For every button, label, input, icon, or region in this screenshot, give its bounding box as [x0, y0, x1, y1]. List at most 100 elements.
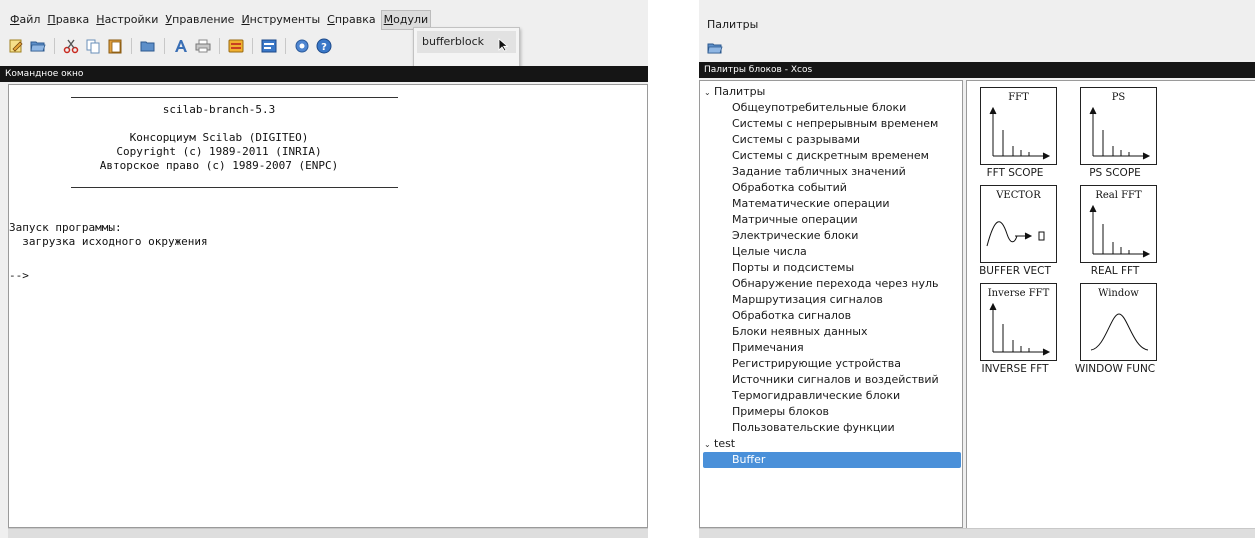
tree-item[interactable]: Пользовательские функции	[700, 420, 895, 436]
print-icon[interactable]	[195, 38, 211, 54]
block-label: FFT SCOPE	[986, 167, 1044, 179]
tree-item[interactable]: Электрические блоки	[700, 228, 858, 244]
open-folder-icon[interactable]	[707, 40, 723, 56]
tree-item[interactable]: Обработка событий	[700, 180, 847, 196]
block-label: INVERSE FFT	[981, 363, 1049, 375]
block-label: PS SCOPE	[1089, 167, 1141, 179]
tree-node-test[interactable]: ⌄ test	[700, 436, 735, 452]
menu-tools-label: нструменты	[249, 13, 321, 26]
xcos-icon[interactable]	[228, 38, 244, 54]
toolbar-separator	[252, 38, 253, 54]
chevron-down-icon[interactable]: ⌄	[704, 85, 714, 101]
menu-preferences[interactable]: Настройки	[94, 10, 160, 30]
tree-item[interactable]: Обработка сигналов	[700, 308, 851, 324]
paste-icon[interactable]	[107, 38, 123, 54]
open-folder-icon[interactable]	[30, 38, 46, 54]
block-label: REAL FFT	[1090, 265, 1140, 277]
block-caption: VECTOR	[996, 190, 1041, 201]
tree-item[interactable]: Общеупотребительные блоки	[700, 100, 906, 116]
toolbar-separator	[54, 38, 55, 54]
toolbar-separator	[285, 38, 286, 54]
tree-item[interactable]: Системы с непрерывным временем	[700, 116, 938, 132]
tree-item[interactable]: Блоки неявных данных	[700, 324, 867, 340]
block-caption: Inverse FFT	[987, 288, 1050, 299]
tree-item[interactable]: Задание табличных значений	[700, 164, 906, 180]
tree-item[interactable]: Порты и подсистемы	[700, 260, 854, 276]
block-icon: Real FFT	[1080, 185, 1157, 263]
blocks-panel: FFT FFT SCOPE PS PS SCOPE VECTOR BUFFER …	[966, 80, 1255, 528]
console-prompt[interactable]: -->	[9, 269, 29, 282]
palette-statusbar	[699, 528, 1255, 538]
tree-item[interactable]: Примечания	[700, 340, 804, 356]
tree-item[interactable]: Регистрирующие устройства	[700, 356, 901, 372]
block-icon: Window	[1080, 283, 1157, 361]
font-icon[interactable]	[173, 38, 189, 54]
console-window: Файл Правка Настройки Управление Инструм…	[0, 0, 648, 538]
tree-item[interactable]: Источники сигналов и воздействий	[700, 372, 939, 388]
tree-item[interactable]: Примеры блоков	[700, 404, 829, 420]
block-icon: FFT	[980, 87, 1057, 165]
tree-node-palettes[interactable]: ⌄ Палитры	[700, 84, 765, 100]
change-directory-icon[interactable]	[140, 38, 156, 54]
menu-help[interactable]: Справка	[325, 10, 377, 30]
console-statusbar	[8, 528, 648, 538]
block-caption: Window	[1098, 288, 1139, 299]
tree-item[interactable]: Математические операции	[700, 196, 890, 212]
tree-node-test-label: test	[714, 437, 736, 450]
console-output[interactable]: scilab-branch-5.3 Консорциум Scilab (DIG…	[8, 84, 648, 528]
tree-item[interactable]: Системы с дискретным временем	[700, 148, 929, 164]
mouse-cursor-icon	[498, 38, 510, 52]
svg-text:?: ?	[321, 42, 327, 53]
menu-file[interactable]: Файл	[8, 10, 42, 30]
palette-titlebar: Палитры блоков - Xcos	[699, 62, 1255, 78]
block-ps-scope[interactable]: PS PS SCOPE	[1067, 81, 1163, 179]
block-icon: VECTOR	[980, 185, 1057, 263]
block-real-fft[interactable]: Real FFT REAL FFT	[1067, 179, 1163, 277]
menu-tools-mnemonic: И	[241, 13, 250, 26]
tree-item[interactable]: Матричные операции	[700, 212, 858, 228]
block-icon: PS	[1080, 87, 1157, 165]
palette-window-title: Палитры	[707, 18, 759, 31]
menu-help-mnemonic: С	[327, 13, 335, 26]
block-inverse-fft[interactable]: Inverse FFT INVERSE FFT	[967, 277, 1063, 375]
startup-detail: загрузка исходного окружения	[9, 235, 208, 248]
banner-rule-top	[71, 97, 398, 98]
banner-line-1: Консорциум Scilab (DIGITEO)	[129, 131, 309, 144]
atoms-icon[interactable]	[294, 38, 310, 54]
block-buffer-vect[interactable]: VECTOR BUFFER VECT	[967, 179, 1063, 277]
toolbar-separator	[131, 38, 132, 54]
menu-tools[interactable]: Инструменты	[239, 10, 322, 30]
new-script-icon[interactable]	[8, 38, 24, 54]
tree-item[interactable]: Целые числа	[700, 244, 807, 260]
toolbar-separator	[164, 38, 165, 54]
menu-help-label: правка	[334, 13, 376, 26]
tree-item[interactable]: Системы с разрывами	[700, 132, 860, 148]
banner-name: scilab-branch-5.3	[162, 103, 276, 116]
tree-item-buffer[interactable]: Buffer	[703, 452, 961, 468]
menu-control-label: правление	[172, 13, 235, 26]
banner-line-2: Copyright (c) 1989-2011 (INRIA)	[116, 145, 322, 158]
menu-preferences-label: астройки	[104, 13, 159, 26]
scinotes-icon[interactable]	[261, 38, 277, 54]
tree-item[interactable]: Маршрутизация сигналов	[700, 292, 883, 308]
block-fft-scope[interactable]: FFT FFT SCOPE	[967, 81, 1063, 179]
startup-text: Запуск программы:	[9, 221, 122, 234]
toolbar-separator	[219, 38, 220, 54]
tree-item[interactable]: Обнаружение перехода через нуль	[700, 276, 939, 292]
block-caption: PS	[1111, 92, 1126, 103]
modules-dropdown: bufferblock	[413, 27, 520, 67]
cut-icon[interactable]	[63, 38, 79, 54]
block-icon: Inverse FFT	[980, 283, 1057, 361]
menu-edit[interactable]: Правка	[45, 10, 91, 30]
menu-modules-mnemonic: М	[383, 13, 394, 26]
block-caption: Real FFT	[1095, 190, 1142, 201]
copy-icon[interactable]	[85, 38, 101, 54]
chevron-down-icon[interactable]: ⌄	[704, 437, 714, 453]
tree-item[interactable]: Термогидравлические блоки	[700, 388, 900, 404]
block-window-func[interactable]: Window WINDOW FUNC	[1067, 277, 1163, 375]
menu-control[interactable]: Управление	[163, 10, 236, 30]
menu-edit-label: равка	[55, 13, 90, 26]
block-label: BUFFER VECT	[979, 265, 1051, 277]
banner-rule-bottom	[71, 187, 398, 188]
help-icon[interactable]: ?	[316, 38, 332, 54]
